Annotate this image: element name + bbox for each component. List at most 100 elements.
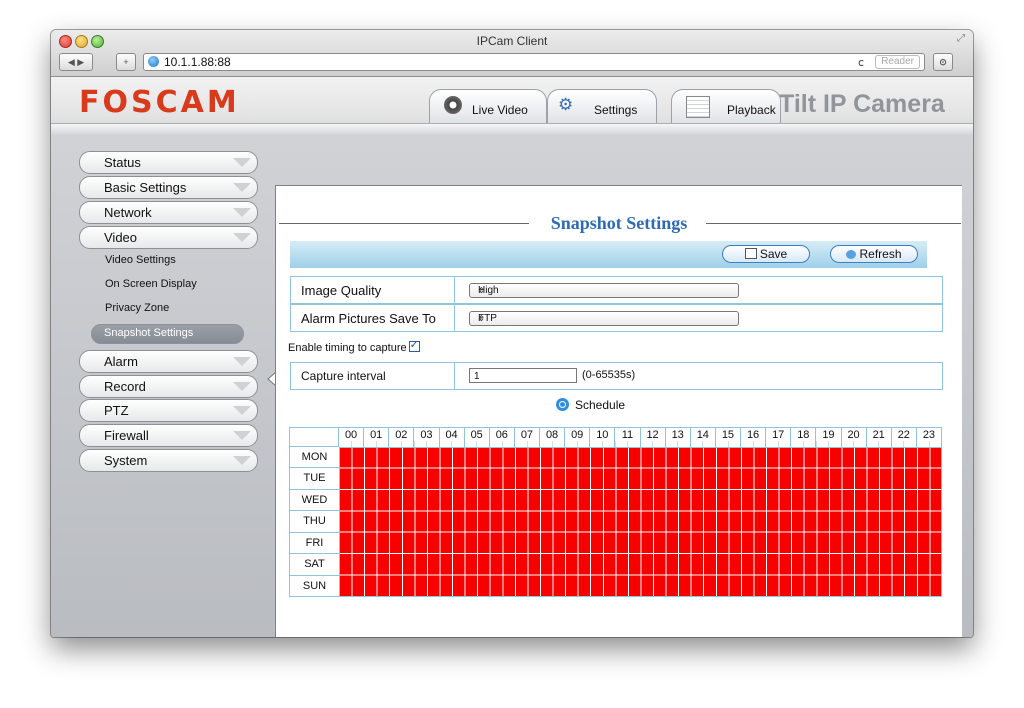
day-label-fri[interactable]: FRI (289, 532, 339, 555)
chevron-down-icon (233, 158, 251, 167)
product-title: Tilt IP Camera (779, 90, 945, 118)
foscam-logo: FOSCAM (79, 85, 240, 120)
sidebar-item-label: Status (104, 155, 141, 170)
chevron-down-icon (233, 431, 251, 440)
chevron-down-icon (233, 357, 251, 366)
address-bar[interactable]: 10.1.1.88:88 ⅽ Reader (143, 53, 925, 71)
sidebar-subitem-snapshot-settings[interactable]: Snapshot Settings (91, 324, 244, 344)
address-text[interactable]: 10.1.1.88:88 (164, 55, 231, 69)
alarm-save-row: Alarm Pictures Save To FTP ⇕ (290, 304, 943, 332)
image-quality-select[interactable]: High ⇕ (469, 283, 739, 298)
select-arrows-icon: ⇕ (478, 286, 485, 295)
reader-button[interactable]: Reader (875, 55, 920, 69)
schedule-label: Schedule (575, 398, 626, 412)
day-label-mon[interactable]: MON (289, 447, 339, 469)
schedule-header: Schedule (556, 398, 625, 412)
alarm-save-label: Alarm Pictures Save To (301, 311, 436, 326)
save-label: Save (759, 247, 788, 261)
reload-icon[interactable]: ⅽ (858, 56, 864, 69)
title-rule-right (706, 223, 961, 224)
sidebar-item-record[interactable]: Record (79, 375, 258, 398)
enable-timing-label: Enable timing to capture (288, 342, 407, 354)
enable-timing-checkbox[interactable] (408, 338, 420, 352)
image-quality-label: Image Quality (301, 283, 382, 298)
day-label-sat[interactable]: SAT (289, 554, 339, 576)
tab-settings[interactable]: ⚙ Settings (547, 89, 657, 124)
back-forward-buttons[interactable]: ◀ ▶ (59, 53, 93, 71)
day-label-tue[interactable]: TUE (289, 468, 339, 490)
sidebar-item-label: Video (104, 230, 138, 245)
tab-playback-label: Playback (727, 103, 776, 117)
calendar-icon (686, 96, 710, 118)
sidebar-item-firewall[interactable]: Firewall (79, 424, 258, 447)
tab-live-video-label: Live Video (472, 103, 528, 117)
chevron-down-icon (233, 382, 251, 391)
page-title: Snapshot Settings (548, 213, 690, 233)
sidebar-item-ptz[interactable]: PTZ (79, 399, 258, 422)
sidebar-item-network[interactable]: Network (79, 201, 258, 224)
sidebar-item-basic-settings[interactable]: Basic Settings (79, 176, 258, 199)
window-title: IPCam Client (476, 34, 548, 48)
save-button[interactable]: Save (722, 245, 810, 263)
capture-interval-range: (0-65535s) (582, 369, 636, 381)
image-quality-row: Image Quality High ⇕ (290, 276, 943, 304)
refresh-button[interactable]: Refresh (830, 245, 918, 263)
action-toolbar: Save Refresh (290, 241, 927, 268)
save-icon (744, 248, 757, 259)
capture-interval-row: Capture interval 1 (0-65535s) (290, 362, 943, 390)
sidebar-subitem-label: Snapshot Settings (104, 327, 194, 339)
chevron-down-icon (233, 456, 251, 465)
panel-title-wrap: Snapshot Settings (276, 213, 962, 234)
sidebar-subitem-video-settings[interactable]: Video Settings (105, 254, 176, 266)
globe-icon (148, 56, 159, 67)
camera-icon (444, 96, 462, 114)
sidebar-item-label: Alarm (104, 354, 138, 369)
schedule-grid[interactable]: 00 01 02 03 04 05 06 07 08 09 10 11 12 13 14 15 16 17 18 19… (289, 427, 942, 601)
row-divider (454, 277, 455, 303)
refresh-icon (846, 250, 857, 259)
fullscreen-icon[interactable]: ⤢ (957, 33, 965, 44)
add-bookmark-button[interactable]: + (116, 53, 136, 71)
page-content: FOSCAM Tilt IP Camera Live Video ⚙ Setti… (51, 77, 973, 637)
chevron-down-icon (233, 233, 251, 242)
sidebar-item-video[interactable]: Video (79, 226, 258, 249)
sidebar-item-alarm[interactable]: Alarm (79, 350, 258, 373)
browser-window: IPCam Client ⤢ ◀ ▶ + 10.1.1.88:88 ⅽ Read… (51, 30, 973, 637)
alarm-save-select[interactable]: FTP ⇕ (469, 311, 739, 326)
row-divider (454, 305, 455, 331)
day-label-wed[interactable]: WED (289, 489, 339, 512)
chevron-down-icon (233, 183, 251, 192)
sidebar-item-label: PTZ (104, 403, 129, 418)
title-bar: IPCam Client ⤢ ◀ ▶ + 10.1.1.88:88 ⅽ Read… (51, 30, 973, 77)
chevron-down-icon (233, 208, 251, 217)
sidebar-item-label: Network (104, 205, 152, 220)
tab-live-video[interactable]: Live Video (429, 89, 547, 124)
downloads-button[interactable]: ⊙ (933, 53, 953, 71)
sidebar-subitem-on-screen-display[interactable]: On Screen Display (105, 278, 197, 290)
sidebar-item-label: Basic Settings (104, 180, 187, 195)
capture-interval-input[interactable]: 1 (469, 368, 577, 383)
gear-icon: ⚙ (558, 95, 574, 114)
tab-settings-label: Settings (594, 103, 638, 117)
capture-interval-label: Capture interval (301, 369, 386, 383)
clock-icon (556, 398, 569, 411)
sidebar-item-label: Firewall (104, 428, 149, 443)
select-arrows-icon: ⇕ (478, 314, 485, 323)
grid-corner (289, 427, 339, 447)
day-label-sun[interactable]: SUN (289, 575, 339, 597)
sidebar-item-status[interactable]: Status (79, 151, 258, 174)
chevron-down-icon (233, 406, 251, 415)
sidebar-subitem-privacy-zone[interactable]: Privacy Zone (105, 302, 169, 314)
row-divider (454, 363, 455, 389)
day-label-thu[interactable]: THU (289, 511, 339, 533)
sidebar-item-system[interactable]: System (79, 449, 258, 472)
header-divider (51, 123, 973, 134)
sidebar-item-label: System (104, 453, 148, 468)
enable-timing-row: Enable timing to capture (288, 338, 420, 354)
sidebar-item-label: Record (104, 379, 146, 394)
refresh-label: Refresh (859, 247, 902, 261)
tab-playback[interactable]: Playback (671, 89, 781, 124)
settings-panel: Snapshot Settings Save Refresh Image Qua… (275, 185, 962, 637)
schedule-cells[interactable] (339, 447, 942, 597)
title-rule-left (279, 223, 529, 224)
